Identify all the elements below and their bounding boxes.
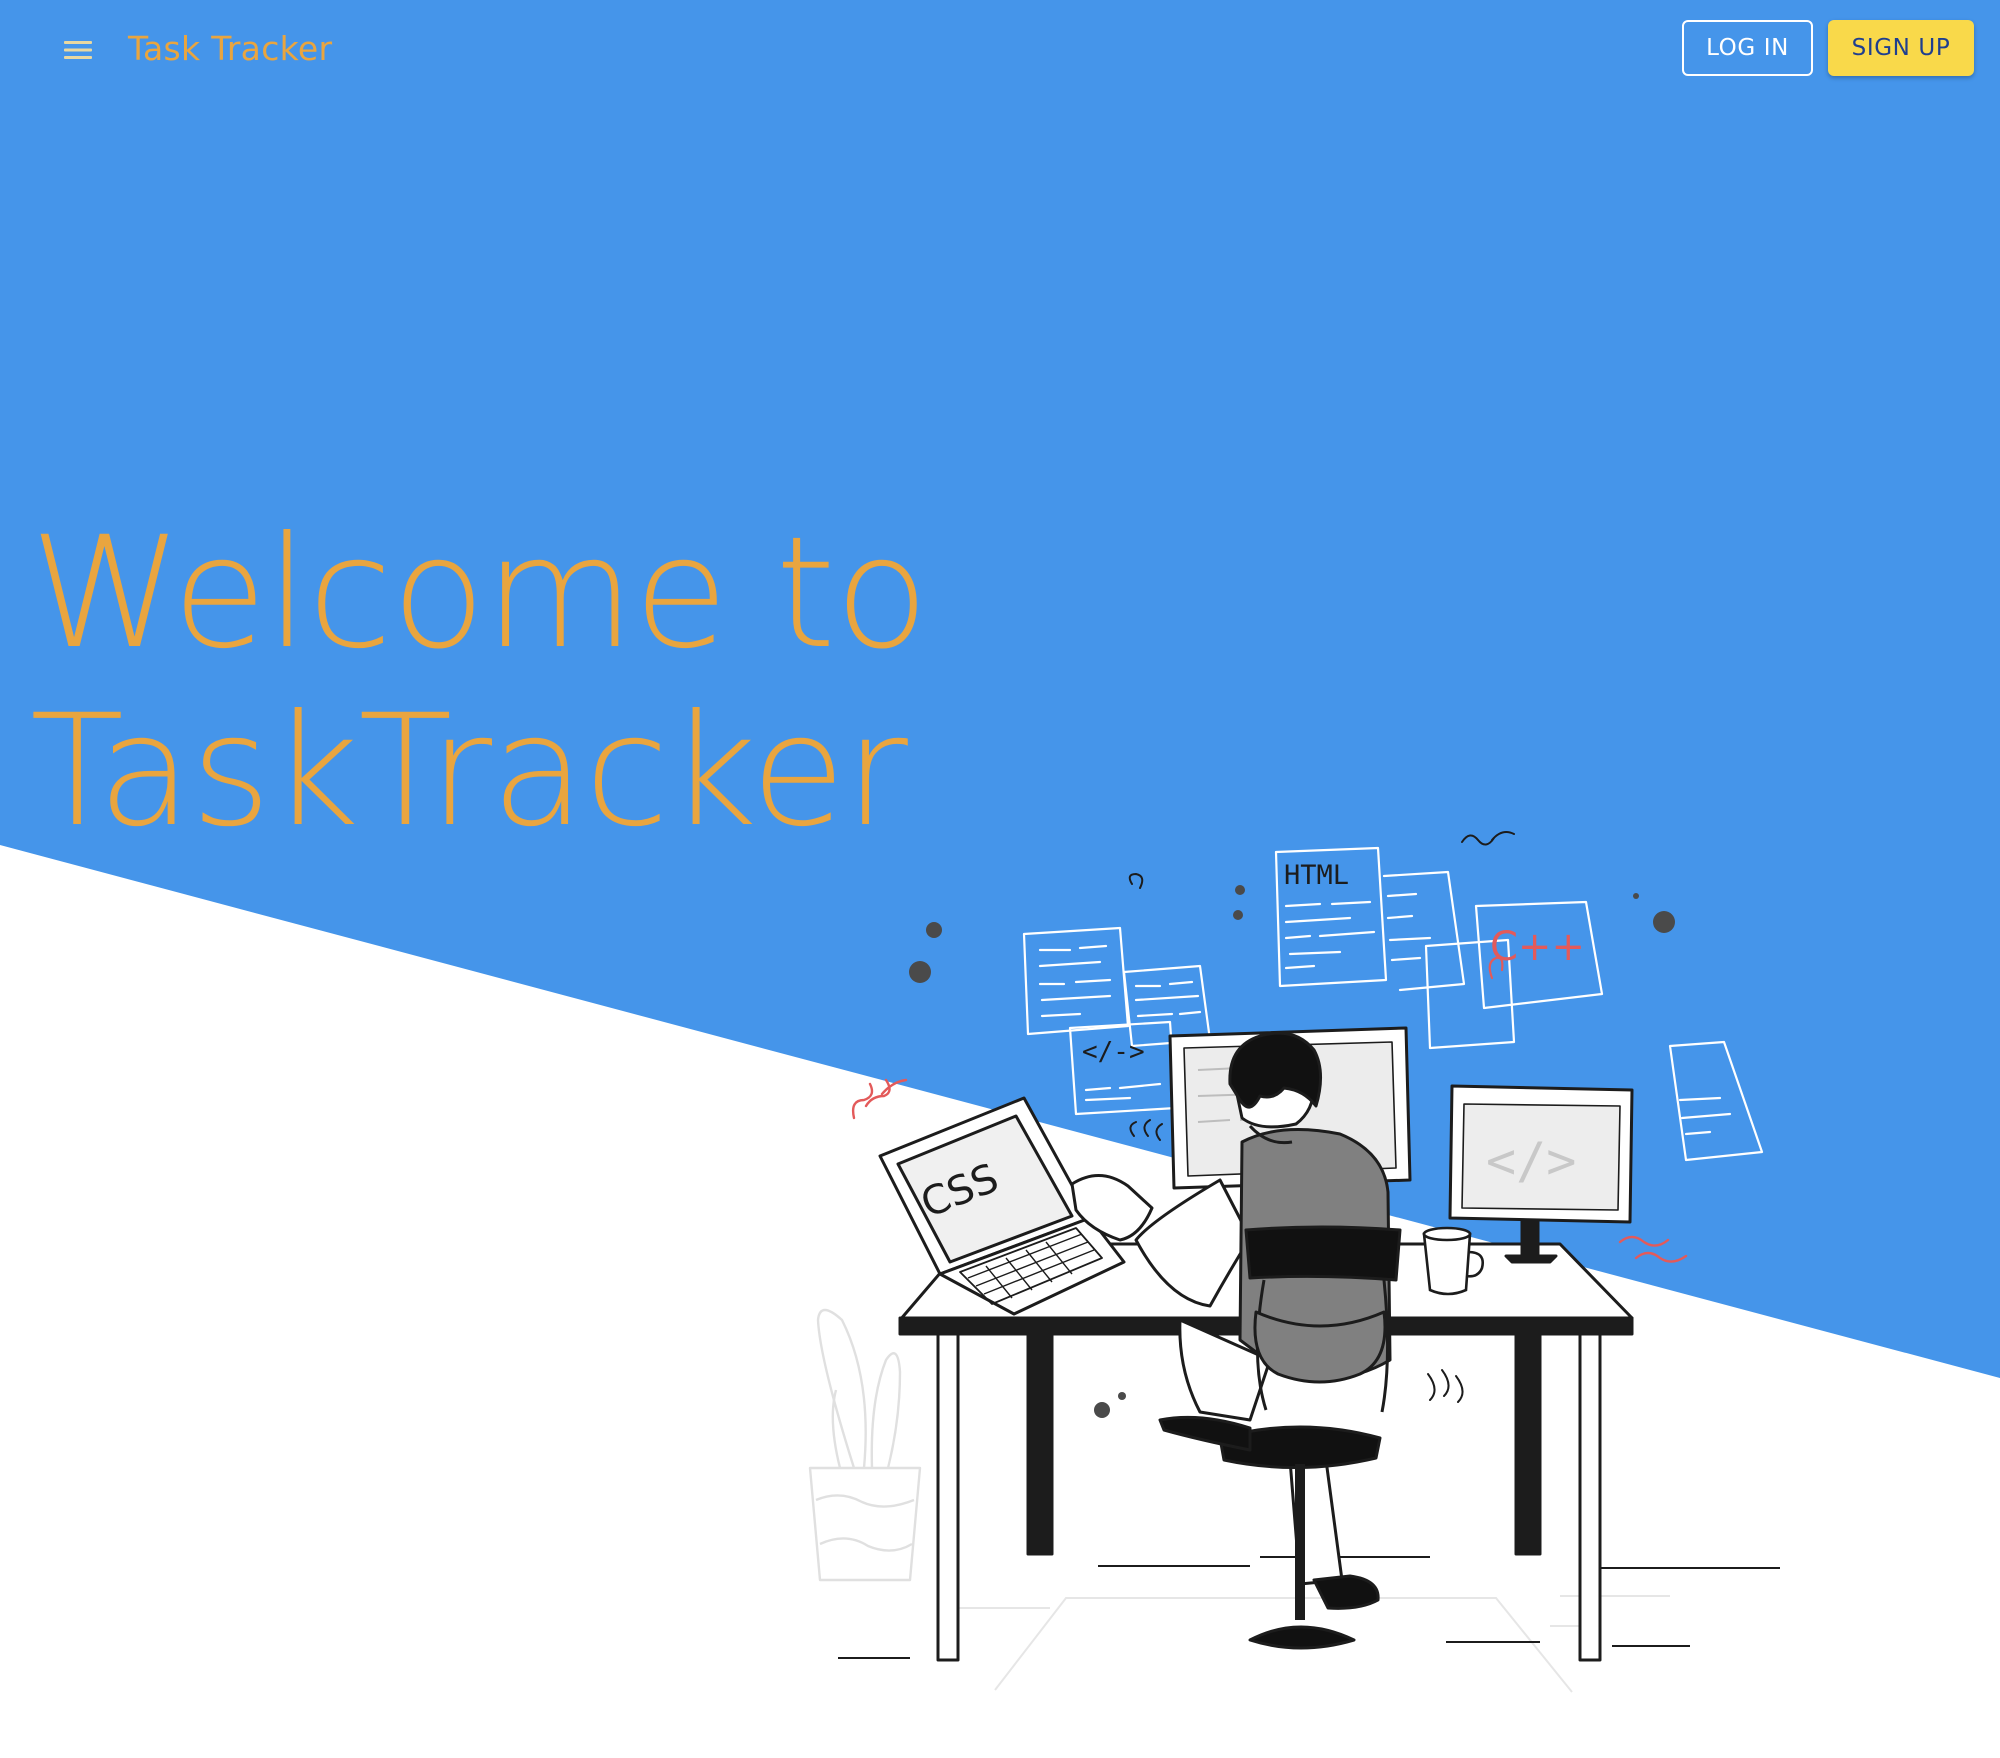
menu-button[interactable] (56, 28, 100, 72)
doc-code-left (1068, 1020, 1178, 1116)
doc-right (1668, 1040, 1764, 1162)
top-app-bar: Task Tracker LOG IN SIGN UP (0, 0, 2000, 98)
cpp-label: C++ (1490, 924, 1585, 970)
html-label: HTML (1284, 860, 1349, 891)
hamburger-menu-icon (64, 41, 92, 59)
doc-left-1 (1022, 926, 1130, 1036)
code-tag-label-1: </-> (1082, 1037, 1145, 1067)
signup-button[interactable]: SIGN UP (1828, 20, 1974, 76)
login-button[interactable]: LOG IN (1682, 20, 1813, 76)
landing-page: Task Tracker LOG IN SIGN UP Welcome to T… (0, 0, 2000, 1758)
brand-title[interactable]: Task Tracker (128, 24, 332, 74)
code-tag-label-2: </> (1486, 1132, 1576, 1190)
doc-arrows (1382, 870, 1466, 992)
developer-illustration: HTML </-> C++ CSS </> (808, 831, 1780, 1693)
hero-heading-line-1: Welcome to (30, 504, 929, 683)
